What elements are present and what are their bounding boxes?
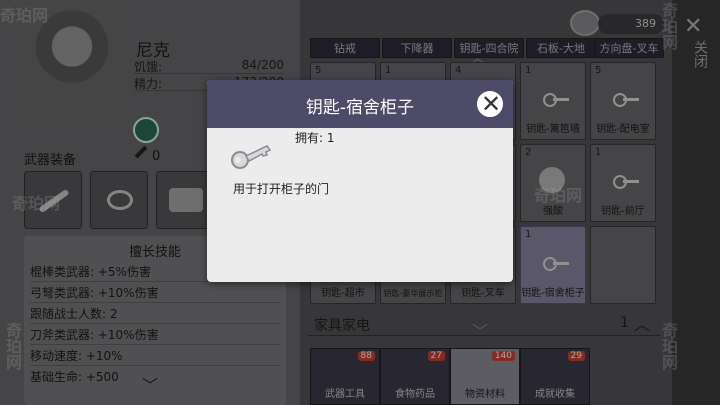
dialog-close-button[interactable]: ✕ (475, 89, 505, 119)
owned-count: 拥有: 1 (295, 131, 335, 145)
item-detail-dialog: 钥匙-宿舍柜子 ✕ 拥有: 1 用于打开柜子的门 (207, 80, 513, 282)
close-icon: ✕ (481, 90, 502, 118)
dialog-title: 钥匙-宿舍柜子 (305, 98, 415, 118)
key-icon (231, 145, 272, 169)
item-description: 用于打开柜子的门 (233, 182, 330, 196)
